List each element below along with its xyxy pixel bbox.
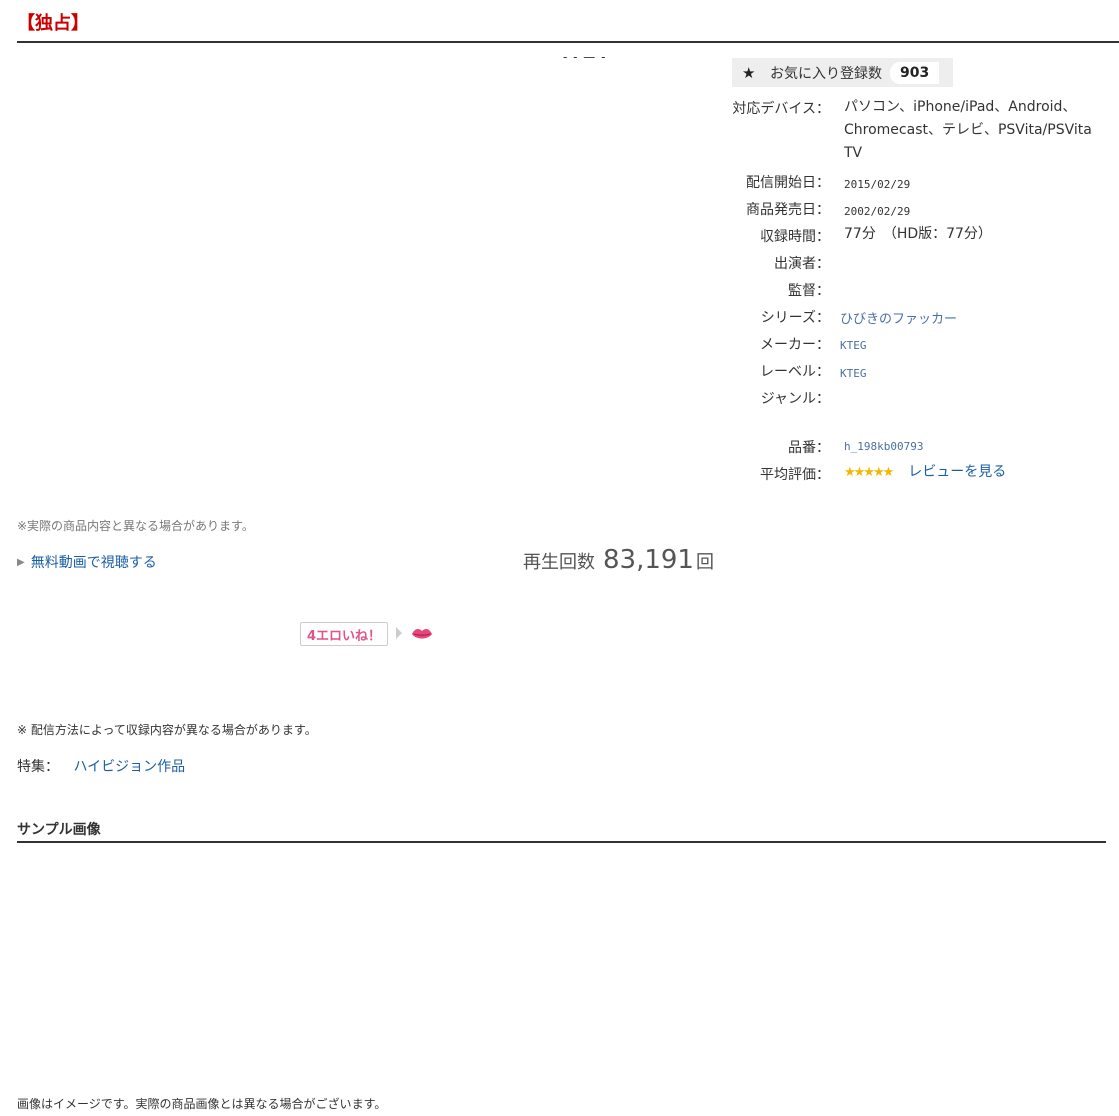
special-link[interactable]: ハイビジョン作品 [73, 759, 185, 775]
special-feature: 特集： ハイビジョン作品 [17, 756, 185, 776]
favorite-count: 903 [890, 61, 940, 84]
spec-rating-label: 平均評価： [760, 467, 830, 483]
spec-duration-label: 収録時間： [760, 229, 830, 245]
spec-director-label: 監督： [788, 283, 830, 299]
spec-devices-value: パソコン、iPhone/iPad、Android、Chromecast、テレビ、… [844, 99, 1092, 161]
spec-cast-label: 出演者： [774, 256, 830, 272]
favorite-button[interactable]: ★ お気に入り登録数 903 [732, 58, 953, 87]
free-video-row[interactable]: ▶ 無料動画で視聴する [17, 552, 157, 572]
spec-maker-label: メーカー： [760, 337, 830, 353]
label-link[interactable]: KTEG [840, 367, 867, 380]
free-video-link[interactable]: 無料動画で視聴する [31, 552, 157, 572]
spec-table: 対応デバイス： パソコン、iPhone/iPad、Android、Chromec… [732, 96, 1112, 496]
special-label: 特集： [17, 759, 59, 775]
triangle-right-icon: ▶ [17, 556, 25, 568]
like-button[interactable]: 4エロいね！ [300, 622, 389, 646]
lips-icon[interactable] [411, 626, 433, 642]
sample-images-divider [17, 841, 1106, 843]
title-divider [17, 41, 1119, 43]
like-button-tail [396, 627, 402, 639]
play-count: 再生回数 83,191 回 [523, 545, 714, 575]
image-notice: 画像はイメージです。実際の商品画像とは異なる場合がございます。 [17, 1097, 387, 1111]
spec-duration-value: 77分 （HD版：77分） [844, 226, 992, 242]
rating-stars: ★★★★★ [844, 465, 894, 480]
spec-genre-label: ジャンル： [760, 391, 830, 407]
spec-product-code-value: h_198kb00793 [844, 440, 924, 453]
sample-images-heading: サンプル画像 [17, 822, 101, 838]
maker-link[interactable]: KTEG [840, 339, 867, 352]
video-player-placeholder[interactable]: - - — - [563, 50, 606, 64]
page-title: 【独占】 [17, 13, 89, 34]
review-link[interactable]: レビューを見る [908, 461, 1006, 484]
play-count-value: 83,191 [603, 545, 694, 575]
spec-release-label: 商品発売日： [746, 202, 830, 218]
series-link[interactable]: ひびきのファッカー [840, 312, 957, 327]
play-count-prefix: 再生回数 [523, 552, 595, 573]
spec-devices-label: 対応デバイス： [732, 101, 830, 117]
star-icon: ★ [742, 63, 756, 82]
spec-release-value: 2002/02/29 [844, 205, 911, 218]
spec-delivery-start-value: 2015/02/29 [844, 178, 911, 191]
spec-label-label: レーベル： [760, 364, 830, 380]
favorite-label: お気に入り登録数 [770, 65, 882, 82]
spec-series-label: シリーズ： [760, 310, 830, 326]
play-count-suffix: 回 [695, 552, 714, 573]
delivery-method-notice: ※ 配信方法によって収録内容が異なる場合があります。 [17, 723, 317, 737]
content-notice: ※実際の商品内容と異なる場合があります。 [17, 519, 254, 533]
spec-product-code-label: 品番： [788, 440, 830, 456]
spec-delivery-start-label: 配信開始日： [746, 175, 830, 191]
